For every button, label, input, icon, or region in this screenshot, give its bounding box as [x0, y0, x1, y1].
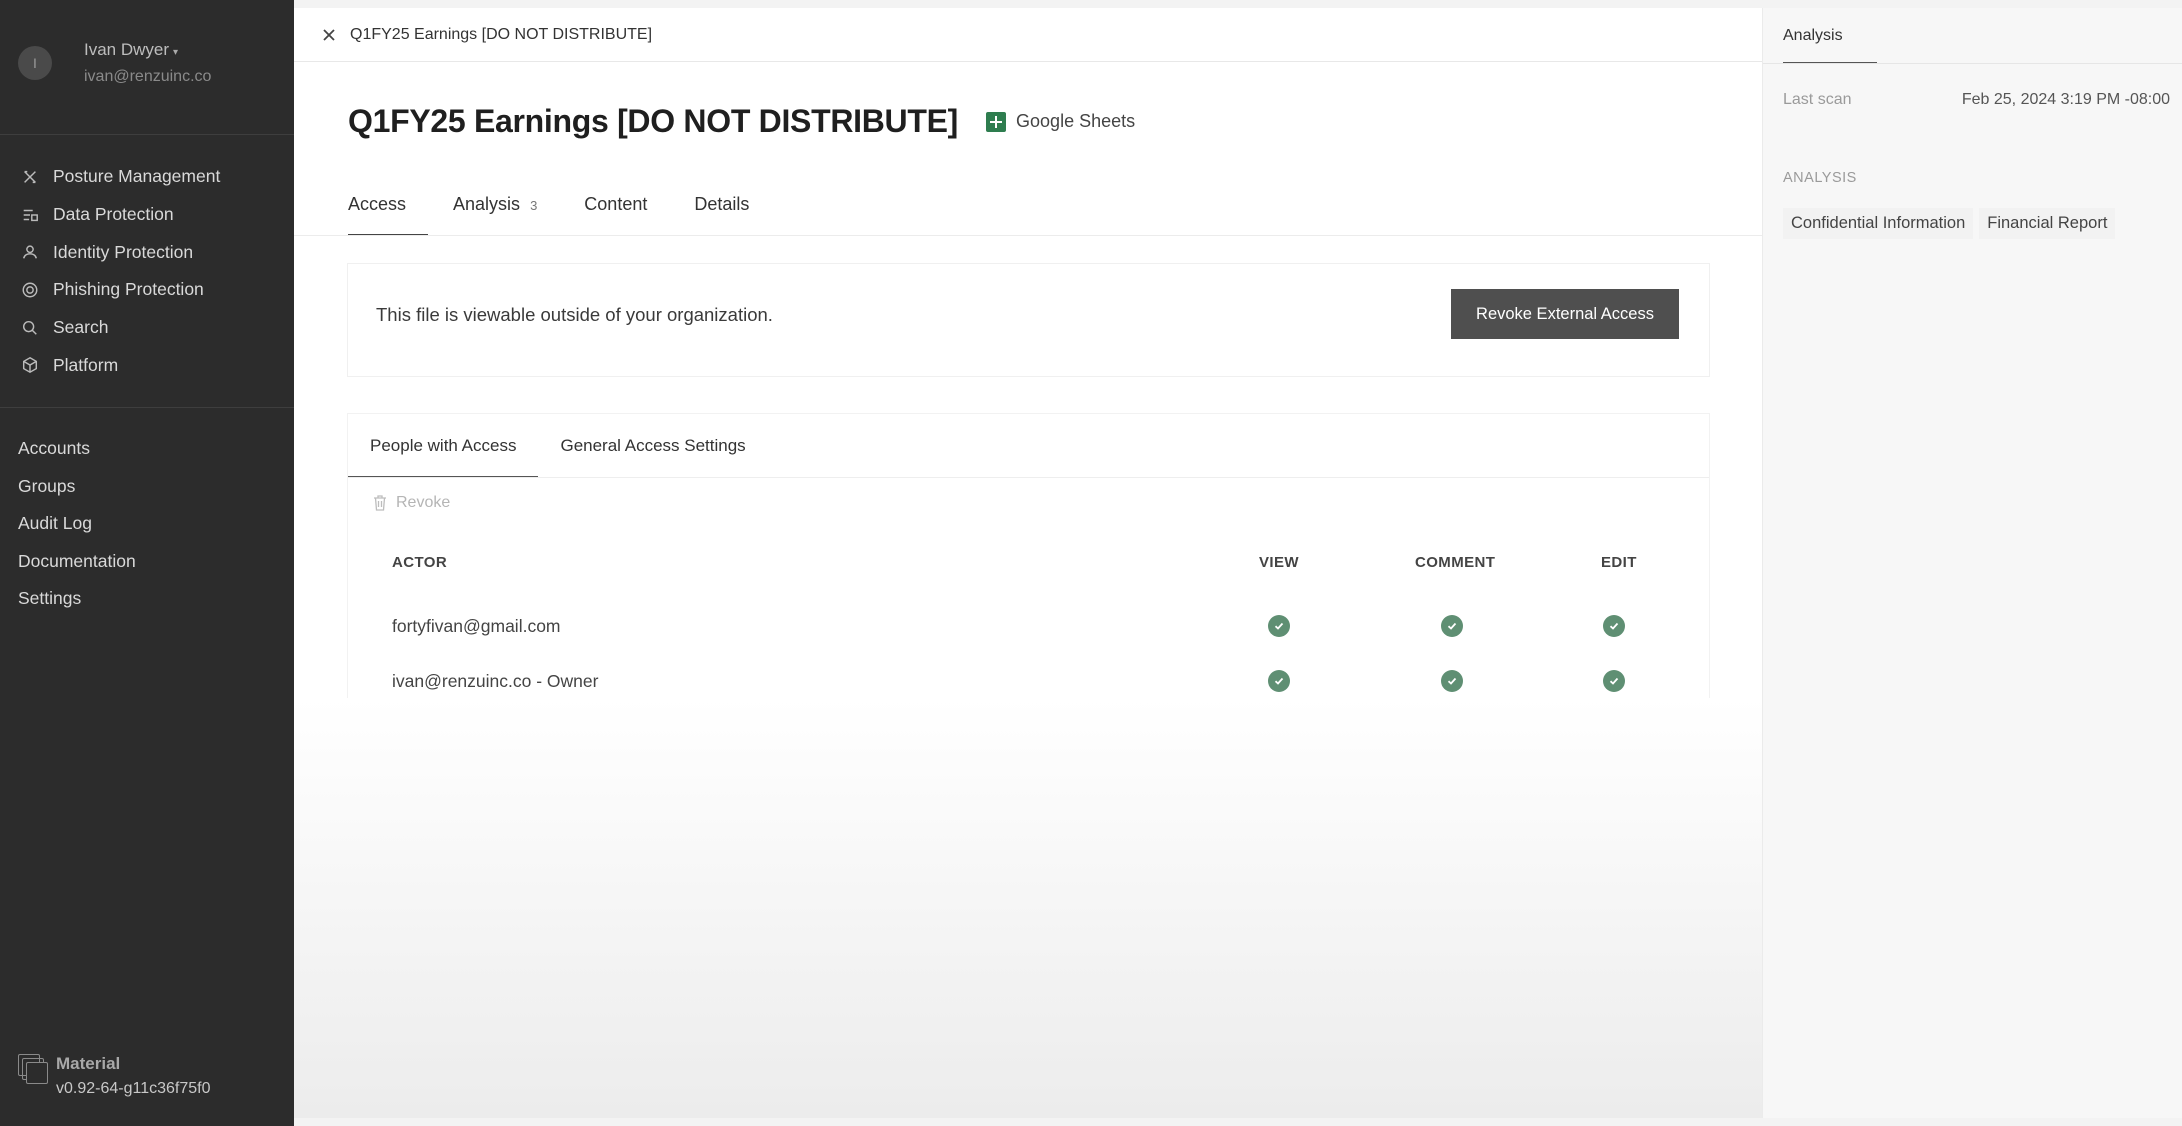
user-name: Ivan Dwyer	[84, 40, 170, 59]
data-protection-icon	[20, 205, 40, 225]
google-sheets-icon	[986, 111, 1007, 132]
sidebar-divider	[0, 407, 294, 408]
check-icon	[1268, 615, 1290, 637]
sidebar-item-label: Phishing Protection	[53, 279, 204, 300]
check-icon	[1441, 670, 1463, 692]
revoke-external-access-button[interactable]: Revoke External Access	[1451, 289, 1679, 339]
sidebar-item-label: Search	[53, 317, 109, 338]
sidebar-item-audit-log[interactable]: Audit Log	[18, 505, 136, 543]
identity-icon	[20, 242, 40, 262]
actor-email: ivan@renzuinc.co - Owner	[392, 671, 599, 691]
tabs-divider	[294, 235, 1762, 236]
tab-details[interactable]: Details	[694, 178, 749, 236]
phishing-icon	[20, 280, 40, 300]
file-app-label: Google Sheets	[1016, 111, 1136, 131]
sidebar-item-data-protection[interactable]: Data Protection	[20, 196, 220, 234]
tab-analysis[interactable]: Analysis 3	[453, 178, 537, 236]
tab-content[interactable]: Content	[584, 178, 647, 236]
close-icon[interactable]	[320, 26, 338, 44]
alert-text: This file is viewable outside of your or…	[376, 304, 773, 325]
user-menu[interactable]: I Ivan Dwyer ▾ ivan@renzuinc.co	[18, 40, 211, 86]
sidebar-item-documentation[interactable]: Documentation	[18, 543, 136, 581]
user-email: ivan@renzuinc.co	[84, 68, 212, 85]
revoke-button[interactable]: Revoke	[372, 494, 450, 512]
sidebar-item-accounts[interactable]: Accounts	[18, 430, 136, 468]
file-detail-panel: Q1FY25 Earnings [DO NOT DISTRIBUTE] Q1FY…	[294, 8, 1825, 1118]
check-icon	[1441, 615, 1463, 637]
analysis-section-label: ANALYSIS	[1783, 170, 1857, 186]
table-row[interactable]: fortyfivan@gmail.com	[348, 598, 1709, 652]
panel-header: Q1FY25 Earnings [DO NOT DISTRIBUTE]	[294, 8, 1762, 62]
platform-icon	[20, 355, 40, 375]
last-scan-value: Feb 25, 2024 3:19 PM -08:00	[1961, 91, 2170, 108]
avatar[interactable]: I	[18, 46, 52, 80]
tab-analysis-panel[interactable]: Analysis	[1783, 8, 1877, 64]
count-badge: 3	[530, 198, 538, 213]
analysis-tags: Confidential Information Financial Repor…	[1783, 208, 2121, 239]
sidebar-item-settings[interactable]: Settings	[18, 580, 136, 618]
analysis-side-panel: Analysis Last scan Feb 25, 2024 3:19 PM …	[1762, 8, 2182, 1118]
trash-icon	[374, 495, 386, 511]
tag-chip[interactable]: Financial Report	[1979, 208, 2116, 239]
brand-name: Material	[56, 1054, 121, 1073]
column-header-edit[interactable]: EDIT	[1601, 554, 1637, 571]
column-header-comment[interactable]: COMMENT	[1415, 554, 1495, 571]
external-access-alert: This file is viewable outside of your or…	[348, 264, 1709, 376]
table-row[interactable]: ivan@renzuinc.co - Owner	[348, 653, 1709, 707]
sidebar-item-label: Identity Protection	[53, 241, 194, 262]
subtabs-divider	[348, 477, 1709, 478]
sidebar-item-label: Data Protection	[53, 204, 174, 225]
sidebar-item-posture-management[interactable]: Posture Management	[20, 158, 220, 196]
check-icon	[1268, 670, 1290, 692]
chevron-down-icon[interactable]: ▾	[173, 47, 178, 58]
panel-divider	[1763, 63, 2182, 64]
sidebar-item-label: Posture Management	[53, 166, 221, 187]
brand: Material v0.92-64-g11c36f75f0	[18, 1054, 210, 1098]
primary-nav: Posture Management Data Protection Ident…	[20, 158, 220, 384]
sidebar-item-groups[interactable]: Groups	[18, 468, 136, 506]
sidebar-item-label: Platform	[53, 354, 119, 375]
sidebar-item-phishing-protection[interactable]: Phishing Protection	[20, 271, 220, 309]
last-scan-label: Last scan	[1783, 91, 1852, 108]
people-card: People with Access General Access Settin…	[348, 414, 1709, 704]
panel-header-title: Q1FY25 Earnings [DO NOT DISTRIBUTE]	[350, 25, 653, 43]
posture-icon	[20, 167, 40, 187]
file-app-link[interactable]: Google Sheets	[986, 111, 1135, 132]
sidebar-item-search[interactable]: Search	[20, 309, 220, 347]
sidebar-item-identity-protection[interactable]: Identity Protection	[20, 233, 220, 271]
column-header-actor[interactable]: ACTOR	[392, 554, 447, 571]
tab-general-access-settings[interactable]: General Access Settings	[538, 414, 767, 478]
tab-access[interactable]: Access	[348, 178, 429, 236]
page-title: Q1FY25 Earnings [DO NOT DISTRIBUTE]	[348, 103, 959, 139]
check-icon	[1603, 670, 1625, 692]
sidebar: I Ivan Dwyer ▾ ivan@renzuinc.co Posture M…	[0, 0, 294, 1126]
tab-people-with-access[interactable]: People with Access	[348, 414, 539, 478]
sidebar-divider	[0, 134, 294, 135]
column-header-view[interactable]: VIEW	[1259, 554, 1299, 571]
material-logo-icon	[18, 1054, 48, 1084]
detail-tabs: Access Analysis 3 Content Details	[348, 178, 796, 236]
revoke-label: Revoke	[396, 494, 451, 511]
tag-chip[interactable]: Confidential Information	[1783, 208, 1974, 239]
search-icon	[20, 318, 40, 338]
app-version: v0.92-64-g11c36f75f0	[56, 1080, 211, 1097]
actor-email: fortyfivan@gmail.com	[392, 616, 561, 636]
secondary-nav: Accounts Groups Audit Log Documentation …	[18, 430, 136, 618]
check-icon	[1603, 615, 1625, 637]
sidebar-item-platform[interactable]: Platform	[20, 346, 220, 384]
